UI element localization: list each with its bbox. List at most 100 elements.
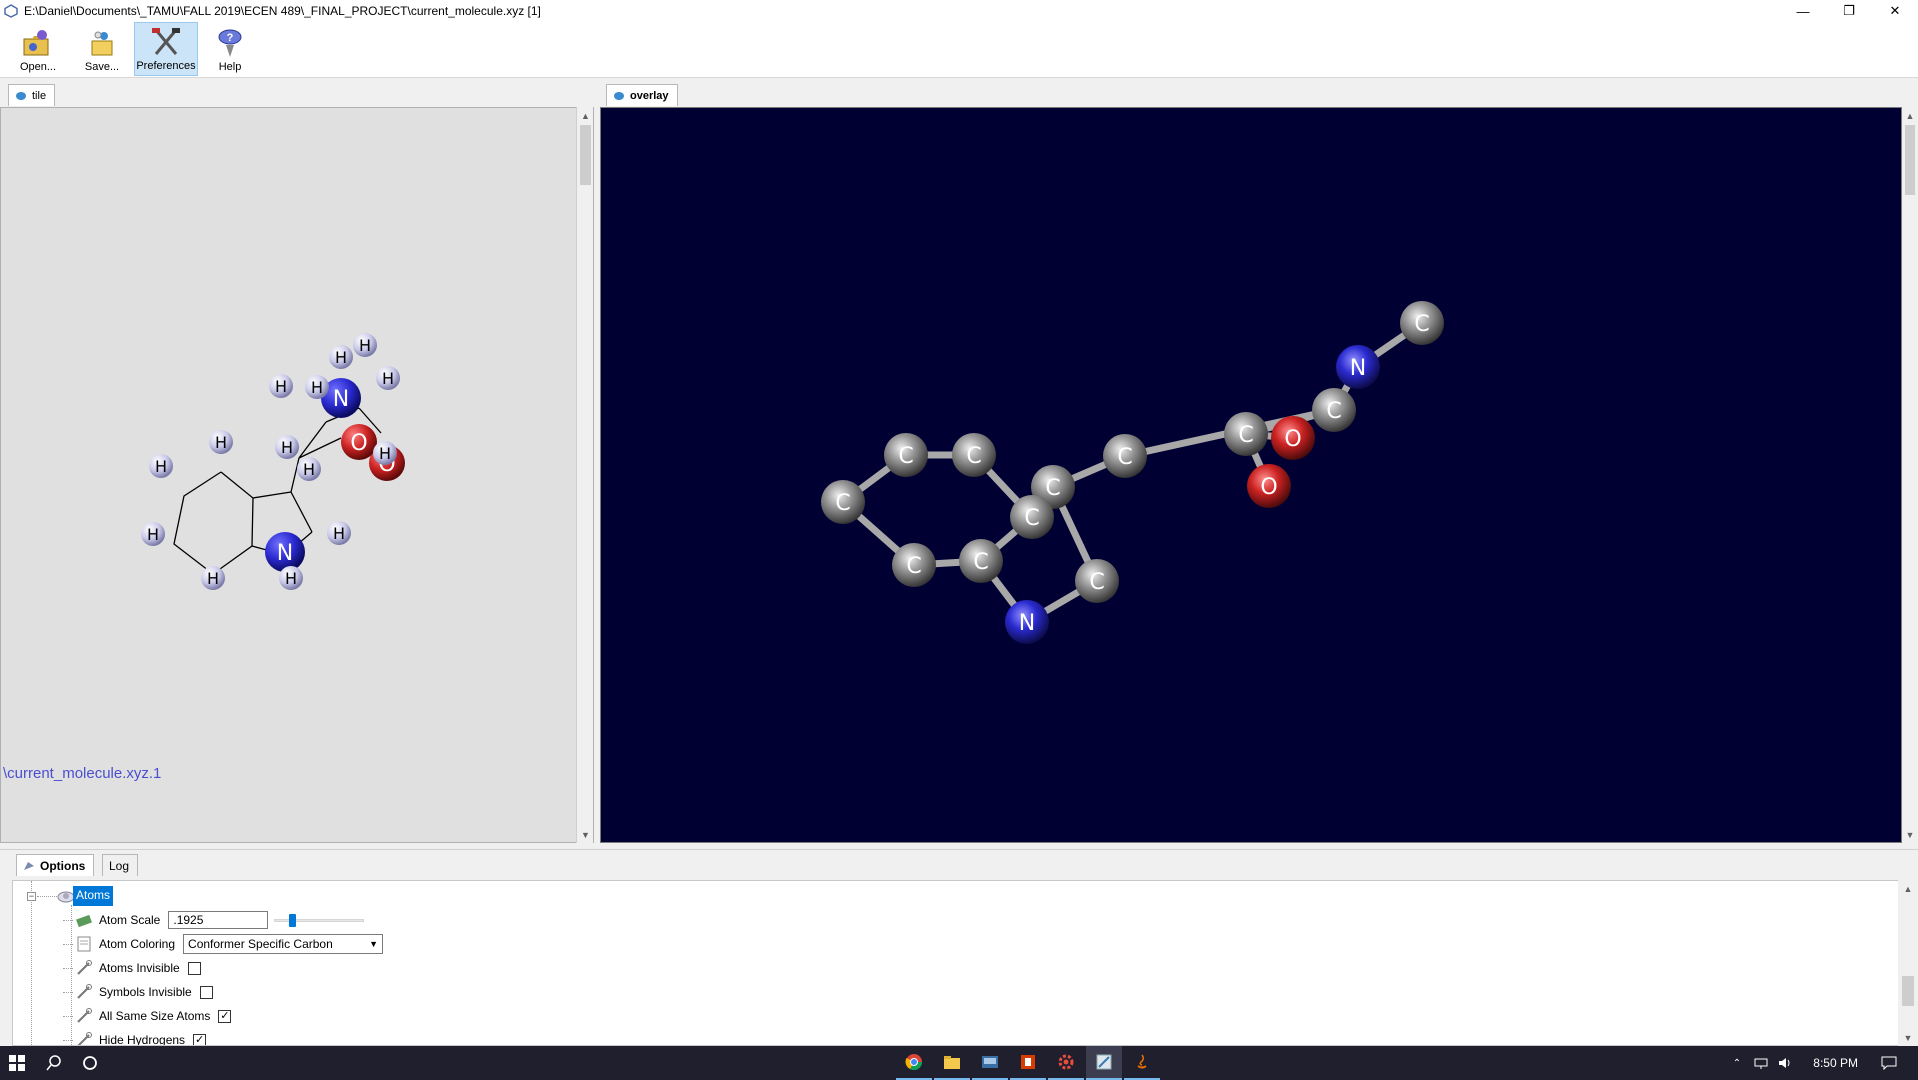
search-icon	[46, 1055, 61, 1071]
scroll-thumb[interactable]	[580, 125, 591, 185]
taskbar-app[interactable]	[972, 1046, 1008, 1080]
tray-overflow[interactable]: ⌃	[1726, 1046, 1748, 1080]
tile-atom-h: H	[297, 457, 321, 481]
tree-guide	[63, 1015, 73, 1017]
tile-molecule-view: OONHHHHHHHHHHHNHHH	[141, 333, 405, 590]
preferences-button[interactable]: Preferences	[134, 22, 198, 76]
tile-atom-h: H	[201, 566, 225, 590]
taskbar-chrome[interactable]	[896, 1046, 932, 1080]
tray-network[interactable]	[1750, 1046, 1772, 1080]
minimize-button[interactable]: —	[1780, 0, 1826, 22]
all-same-size-atoms-checkbox[interactable]: ✓	[218, 1009, 232, 1023]
right-vertical-scrollbar[interactable]: ▲ ▼	[1902, 107, 1918, 843]
close-button[interactable]: ✕	[1872, 0, 1918, 22]
tab-overlay[interactable]: overlay	[606, 84, 678, 106]
scroll-down-icon[interactable]: ▼	[577, 826, 594, 843]
restore-button[interactable]: ❐	[1826, 0, 1872, 22]
save-button[interactable]: Save...	[70, 22, 134, 76]
help-label: Help	[218, 61, 242, 73]
tree-node-atoms[interactable]: Atoms	[73, 886, 114, 906]
tile-atom-symbol: H	[275, 377, 287, 396]
collapse-icon[interactable]: −	[27, 892, 36, 901]
atom-scale-slider[interactable]	[274, 911, 365, 929]
taskbar-office[interactable]	[1010, 1046, 1046, 1080]
overlay-molecule-view: CNCC OOCCCCCC CCCN	[821, 301, 1444, 644]
hide-hydrogens-checkbox[interactable]: ✓	[193, 1033, 207, 1045]
start-button[interactable]	[0, 1046, 34, 1080]
tile-atom-h: H	[305, 375, 329, 399]
scroll-up-icon[interactable]: ▲	[1898, 880, 1918, 897]
chevron-up-icon: ⌃	[1732, 1057, 1742, 1069]
options-icon	[24, 861, 34, 870]
overlay-atom-symbol: C	[1024, 506, 1039, 531]
taskbar-file-explorer[interactable]	[934, 1046, 970, 1080]
search-button[interactable]	[36, 1046, 72, 1080]
tile-atom-symbol: O	[350, 431, 367, 456]
overlay-atom-n: N	[1336, 345, 1380, 389]
option-atom-scale: Atom Scale .1925	[63, 909, 365, 931]
atoms-invisible-label: Atoms Invisible	[99, 961, 180, 975]
taskbar-settings[interactable]	[1048, 1046, 1084, 1080]
tray-clock[interactable]: 8:50 PM	[1813, 1046, 1858, 1080]
taskbar: ⌃ 8:50 PM	[0, 1046, 1918, 1080]
open-button[interactable]: Open...	[6, 22, 70, 76]
save-label: Save...	[84, 61, 120, 73]
wrench-icon	[77, 960, 92, 975]
atom-scale-input[interactable]: .1925	[168, 911, 269, 929]
left-vertical-scrollbar[interactable]: ▲ ▼	[576, 107, 593, 843]
overlay-atom-symbol: C	[1089, 570, 1104, 595]
molecule-file-label[interactable]: \current_molecule.xyz.1	[3, 765, 161, 782]
symbols-invisible-checkbox[interactable]	[199, 985, 213, 999]
atom-coloring-dropdown[interactable]: Conformer Specific Carbon ▼	[183, 934, 384, 954]
preferences-label: Preferences	[136, 60, 196, 72]
overlay-atom-symbol: C	[1117, 445, 1132, 470]
tab-icon	[16, 91, 26, 100]
help-button[interactable]: ? Help	[198, 22, 262, 76]
scroll-up-icon[interactable]: ▲	[577, 107, 594, 124]
tab-log[interactable]: Log	[102, 854, 139, 876]
tile-atom-h: H	[373, 441, 397, 465]
taskbar-java[interactable]	[1124, 1046, 1160, 1080]
overlay-atom-c: C	[821, 480, 865, 524]
scroll-thumb[interactable]	[1902, 976, 1914, 1006]
file-explorer-icon	[944, 1056, 960, 1069]
main-toolbar: Open... Save... Preferences ? Help	[0, 22, 1918, 78]
scroll-up-icon[interactable]: ▲	[1902, 107, 1918, 124]
app-logo-icon	[4, 4, 18, 18]
tab-tile[interactable]: tile	[8, 84, 56, 106]
tray-volume[interactable]	[1774, 1046, 1796, 1080]
overlay-atom-symbol: C	[973, 550, 988, 575]
overlay-atom-c: C	[1103, 434, 1147, 478]
overlay-atoms: CNCC OOCCCCCC CCCN	[821, 301, 1444, 644]
all-same-size-atoms-label: All Same Size Atoms	[99, 1009, 211, 1023]
cortana-button[interactable]	[72, 1046, 108, 1080]
left-tab-bar: tile	[0, 80, 594, 106]
action-center-button[interactable]	[1872, 1046, 1906, 1080]
scroll-down-icon[interactable]: ▼	[1902, 826, 1918, 843]
scroll-down-icon[interactable]: ▼	[1898, 1029, 1918, 1046]
overlay-atom-symbol: O	[1260, 475, 1277, 500]
tile-atom-n: N	[265, 532, 305, 572]
hide-hydrogens-label: Hide Hydrogens	[99, 1033, 186, 1046]
overlay-atom-c: C	[952, 433, 996, 477]
notification-icon	[1881, 1056, 1897, 1070]
overlay-atom-symbol: C	[1238, 423, 1253, 448]
atoms-invisible-checkbox[interactable]	[187, 961, 201, 975]
atom-coloring-value: Conformer Specific Carbon	[188, 937, 333, 951]
open-icon	[23, 30, 49, 56]
scroll-thumb[interactable]	[1905, 125, 1915, 195]
tile-atom-h: H	[327, 521, 351, 545]
slider-thumb[interactable]	[289, 914, 297, 927]
slider-track	[274, 919, 365, 922]
taskbar-molecule-app[interactable]	[1086, 1046, 1122, 1080]
overlay-atom-symbol: C	[906, 554, 921, 579]
options-vertical-scrollbar[interactable]: ▲ ▼	[1898, 880, 1918, 1046]
tree-guide	[31, 881, 32, 1045]
tile-atom-symbol: H	[281, 438, 293, 457]
tile-viewport[interactable]: OONHHHHHHHHHHHNHHH \current_molecule.xyz…	[0, 107, 594, 843]
tile-atom-o: O	[341, 424, 377, 460]
wrench-icon	[77, 1008, 92, 1023]
overlay-viewport[interactable]: CNCCOOCCCCCCCCCN	[600, 107, 1902, 843]
tab-options[interactable]: Options	[16, 854, 95, 876]
option-symbols-invisible: Symbols Invisible	[63, 981, 213, 1003]
